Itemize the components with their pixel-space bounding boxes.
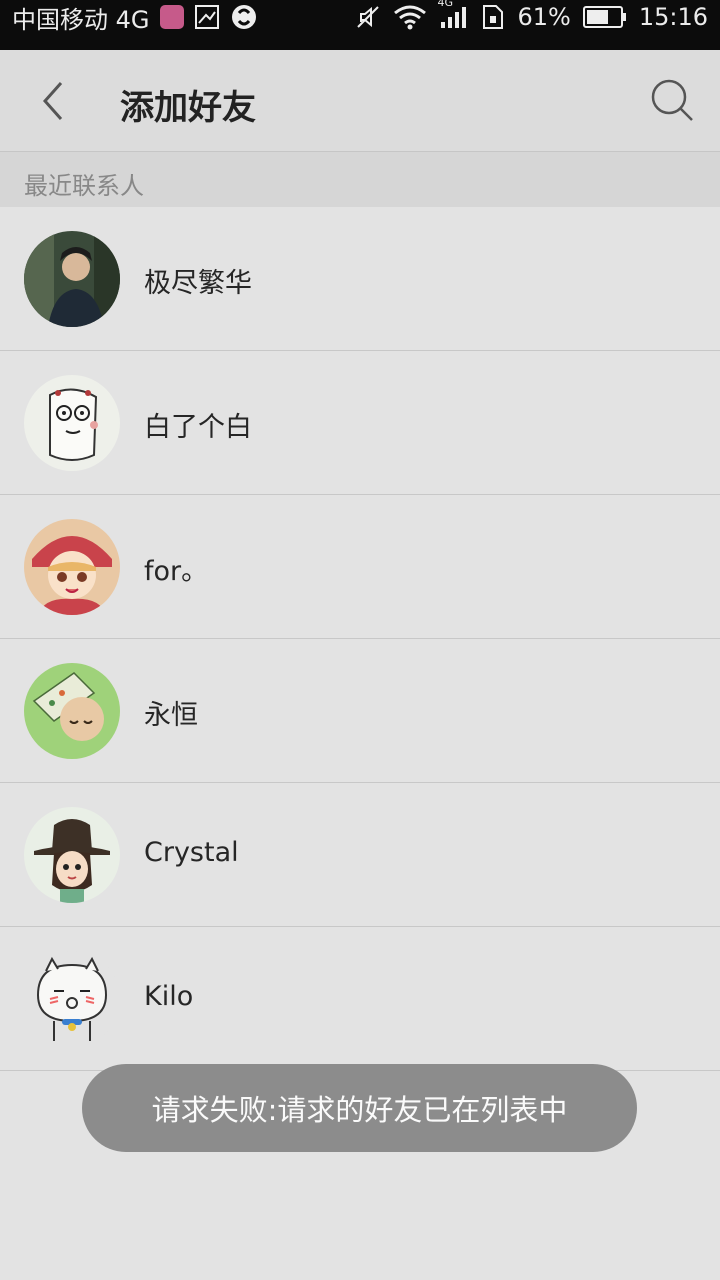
clock: 15:16 [638, 3, 708, 31]
wifi-icon [393, 4, 427, 30]
avatar [24, 807, 120, 903]
status-bar-left: 中国移动 4G [12, 0, 258, 34]
contact-row[interactable]: 白了个白 [0, 351, 720, 495]
contact-row[interactable]: Kilo [0, 927, 720, 1071]
error-toast: 请求失败:请求的好友已在列表中 [82, 1064, 637, 1152]
status-bar: 中国移动 4G 4G 61% 15:16 [0, 0, 720, 50]
back-button[interactable] [30, 78, 76, 124]
contact-row[interactable]: 永恒 [0, 639, 720, 783]
contact-list: 极尽繁华 白了个白 for。 永恒 Crystal Kilo [0, 207, 720, 1071]
search-icon [651, 79, 693, 121]
image-icon [194, 4, 220, 30]
sim-icon [481, 4, 505, 30]
signal-icon: 4G [437, 0, 469, 30]
avatar [24, 375, 120, 471]
contact-name: Crystal [144, 837, 239, 868]
status-bar-right: 4G 61% 15:16 [355, 0, 708, 34]
app-notification-icon [159, 5, 184, 29]
page-title: 添加好友 [120, 88, 256, 128]
contact-row[interactable]: 极尽繁华 [0, 207, 720, 351]
avatar [24, 951, 120, 1047]
chevron-left-icon [42, 82, 63, 120]
mute-icon [355, 4, 381, 30]
carrier-label: 中国移动 4G [12, 5, 150, 34]
contact-row[interactable]: for。 [0, 495, 720, 639]
contact-name: Kilo [144, 981, 194, 1012]
avatar [24, 519, 120, 615]
battery-percent: 61% [517, 3, 571, 31]
avatar [24, 231, 120, 327]
contact-row[interactable]: Crystal [0, 783, 720, 927]
contact-name: 极尽繁华 [144, 268, 252, 299]
search-button[interactable] [648, 76, 696, 124]
sync-icon [230, 3, 258, 31]
recent-contacts-header: 最近联系人 [0, 152, 720, 207]
battery-icon [582, 5, 627, 29]
contact-name: 白了个白 [144, 412, 252, 443]
toast-message: 请求失败:请求的好友已在列表中 [151, 1093, 568, 1127]
avatar [24, 663, 120, 759]
network-badge: 4G [437, 0, 454, 9]
contact-name: for。 [144, 556, 209, 587]
app-header: 添加好友 [0, 50, 720, 152]
section-label: 最近联系人 [24, 172, 144, 200]
contact-name: 永恒 [144, 700, 198, 731]
